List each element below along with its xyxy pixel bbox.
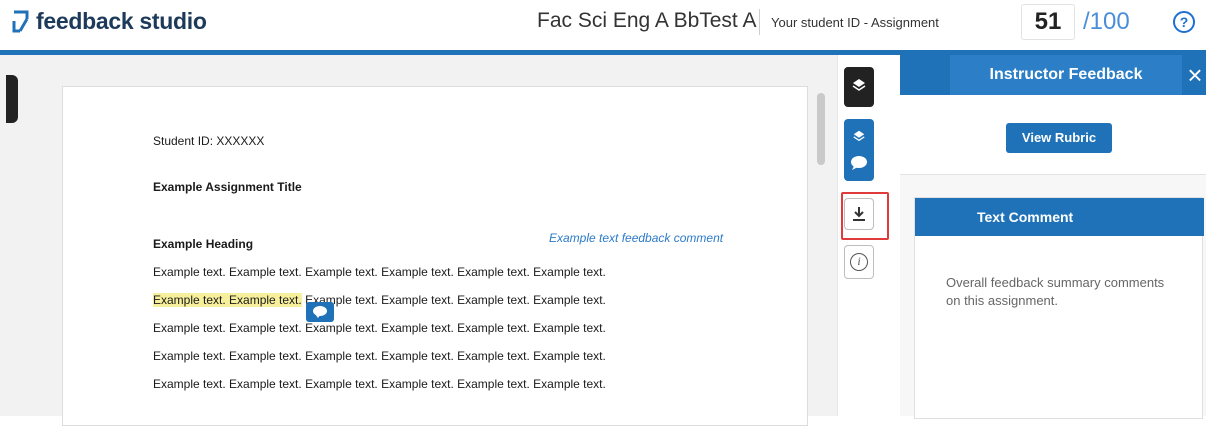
score-total: /100 bbox=[1083, 8, 1130, 35]
assignment-title: Your student ID - Assignment bbox=[771, 15, 939, 30]
document-scrollbar[interactable] bbox=[817, 93, 825, 165]
title-divider bbox=[759, 9, 760, 35]
rubric-section: View Rubric bbox=[900, 95, 1206, 175]
layers-button[interactable] bbox=[844, 67, 874, 107]
help-icon[interactable]: ? bbox=[1173, 11, 1195, 33]
left-drawer-tab[interactable] bbox=[6, 75, 18, 123]
comment-marker-icon[interactable] bbox=[306, 302, 334, 322]
view-rubric-button[interactable]: View Rubric bbox=[1006, 123, 1112, 153]
panel-header: Instructor Feedback × bbox=[900, 55, 1206, 95]
document-text-line: Example text. Example text. Example text… bbox=[153, 377, 606, 391]
highlighted-text[interactable]: Example text. Example text. bbox=[153, 293, 302, 307]
score-input[interactable]: 51 bbox=[1021, 4, 1075, 40]
document-heading: Example Heading bbox=[153, 237, 254, 251]
submission-document[interactable]: Student ID: XXXXXX Example Assignment Ti… bbox=[62, 86, 808, 426]
top-bar: feedback studio Fac Sci Eng A BbTest A Y… bbox=[0, 0, 1206, 50]
layers-icon bbox=[851, 77, 867, 97]
document-assignment-title: Example Assignment Title bbox=[153, 180, 302, 194]
panel-title: Instructor Feedback bbox=[950, 55, 1182, 95]
document-text-line-highlighted: Example text. Example text. Example text… bbox=[153, 293, 606, 307]
student-id-line: Student ID: XXXXXX bbox=[153, 134, 265, 148]
info-button[interactable]: i bbox=[844, 245, 874, 279]
info-icon: i bbox=[850, 253, 868, 271]
download-highlight-box bbox=[841, 192, 889, 240]
text-comment-header: Text Comment bbox=[915, 198, 1204, 236]
document-text-line: Example text. Example text. Example text… bbox=[153, 349, 606, 363]
document-workspace: Student ID: XXXXXX Example Assignment Ti… bbox=[0, 55, 900, 426]
document-text-line: Example text. Example text. Example text… bbox=[153, 321, 606, 335]
document-text-line: Example text. Example text. Example text… bbox=[153, 265, 606, 279]
inline-feedback-comment[interactable]: Example text feedback comment bbox=[549, 231, 723, 245]
layers-small-icon[interactable] bbox=[852, 129, 866, 143]
text-comment-card: Text Comment Overall feedback summary co… bbox=[914, 197, 1204, 419]
brand-name: feedback studio bbox=[36, 8, 207, 34]
line-remainder: Example text. Example text. Example text… bbox=[301, 293, 606, 307]
close-icon[interactable]: × bbox=[1184, 61, 1206, 89]
instructor-feedback-panel: Instructor Feedback × View Rubric Text C… bbox=[900, 55, 1206, 419]
feedback-studio-logo-icon bbox=[12, 10, 29, 32]
feedback-tools-group[interactable] bbox=[844, 119, 874, 181]
text-comment-body[interactable]: Overall feedback summary comments on thi… bbox=[946, 274, 1178, 310]
class-title: Fac Sci Eng A BbTest A bbox=[537, 9, 757, 32]
comment-icon[interactable] bbox=[850, 155, 868, 171]
tool-rail: i bbox=[837, 55, 900, 416]
brand[interactable]: feedback studio bbox=[10, 8, 207, 35]
